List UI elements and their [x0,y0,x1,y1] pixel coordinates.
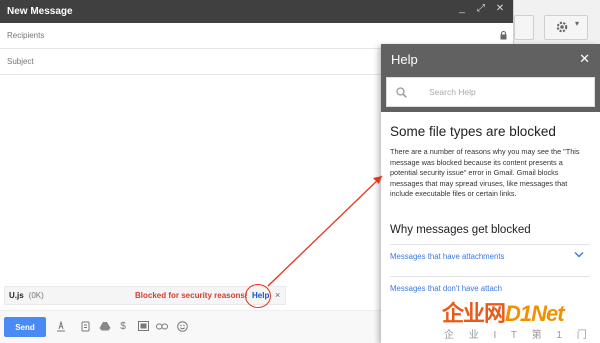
photo-icon[interactable] [137,320,149,332]
search-icon [396,86,407,98]
chevron-down-icon: ▾ [575,19,580,28]
expand-attachments-section[interactable]: Messages that have attachments [390,243,590,268]
help-search-input[interactable]: Search Help [386,77,595,107]
attachment-size: (0K) [28,291,44,300]
gear-icon [556,21,568,33]
section-link-label: Messages that have attachments [390,251,505,261]
background-toolbar-button[interactable] [514,15,534,40]
emoji-icon[interactable] [176,320,188,332]
link-icon[interactable] [156,320,168,332]
chevron-down-icon [574,251,584,258]
formatting-icon[interactable] [55,320,67,332]
help-article: Some file types are blocked There are a … [381,112,600,300]
section-link-label: Messages that don't have attach [390,283,503,293]
subject-placeholder: Subject [7,57,34,66]
recipients-placeholder: Recipients [7,31,45,40]
attach-file-icon[interactable] [79,320,91,332]
money-icon[interactable]: $ [117,320,129,332]
watermark-text: 企业网D1Net [442,301,565,326]
settings-button[interactable]: ▾ [544,15,588,40]
search-placeholder: Search Help [429,87,476,97]
window-controls: _ ⤢ ✕ [457,3,505,14]
attachment-name: U.js [9,291,24,300]
article-heading: Some file types are blocked [390,124,556,139]
close-icon[interactable]: ✕ [579,51,590,67]
article-subheading: Why messages get blocked [390,223,531,236]
popout-icon[interactable]: ⤢ [476,3,486,14]
lock-icon [500,31,507,40]
drive-icon[interactable] [99,320,111,332]
help-title: Help [391,52,418,67]
close-icon[interactable]: ✕ [495,3,505,14]
watermark-logo: 企业网D1Net 企 业 I T 第 1 门 户 [442,296,600,343]
blocked-warning: Blocked for security reasons! [135,291,248,300]
compose-title: New Message [7,6,73,17]
attachment-chip: U.js (0K) Blocked for security reasons! … [4,286,286,305]
remove-attachment-icon[interactable]: × [275,290,280,300]
watermark-subtitle: 企 业 I T 第 1 门 户 [444,330,600,341]
send-button[interactable]: Send [4,317,46,337]
article-paragraph: There are a number of reasons why you ma… [390,147,580,199]
help-header: Help ✕ Search Help [381,44,600,112]
annotation-circle [245,284,271,308]
minimize-icon[interactable]: _ [457,3,467,14]
compose-header: New Message _ ⤢ ✕ [0,0,513,23]
